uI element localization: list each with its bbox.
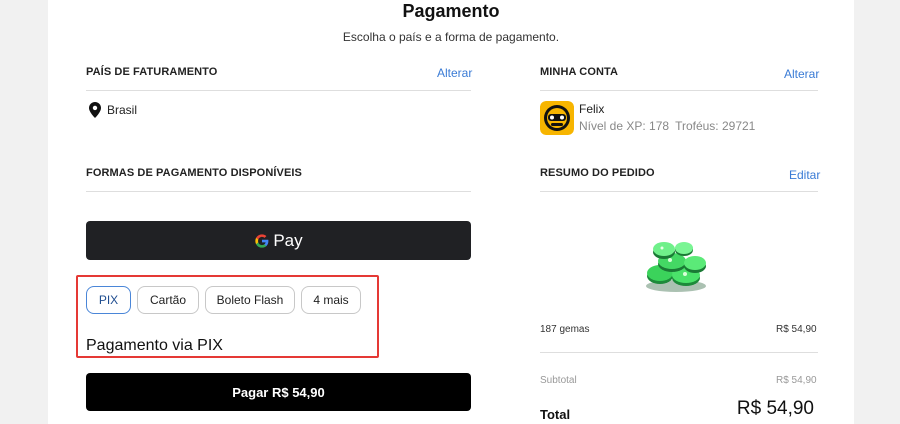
order-edit-link[interactable]: Editar [789,168,820,182]
trophies: Troféus: 29721 [675,119,756,133]
billing-change-link[interactable]: Alterar [437,66,472,80]
account-name: Felix [579,102,605,116]
tab-more[interactable]: 4 mais [301,286,361,314]
divider [86,191,471,192]
google-pay-button[interactable]: Pay [86,221,471,260]
account-change-link[interactable]: Alterar [784,67,819,81]
account-stats: Nível de XP: 178 Troféus: 29721 [579,119,755,133]
order-item-name: 187 gemas [540,324,590,335]
divider [86,90,471,91]
tab-card[interactable]: Cartão [137,286,199,314]
tab-pix[interactable]: PIX [86,286,131,314]
gems-icon [646,242,706,292]
subtotal-label: Subtotal [540,375,577,386]
page-subtitle: Escolha o país e a forma de pagamento. [342,30,560,44]
payment-methods-label: FORMAS DE PAGAMENTO DISPONÍVEIS [86,167,302,179]
checkout-sheet: Pagamento Escolha o país e a forma de pa… [48,0,854,424]
billing-country-value: Brasil [107,103,138,117]
total-value: R$ 54,90 [736,398,814,419]
google-pay-label: Pay [273,230,303,250]
total-label: Total [540,407,571,422]
order-summary-label: RESUMO DO PEDIDO [540,167,655,179]
order-item-price: R$ 54,90 [776,324,817,335]
billing-country-label: PAÍS DE FATURAMENTO [86,66,218,78]
location-pin-icon [89,102,101,118]
my-account-label: MINHA CONTA [540,66,619,78]
pay-button[interactable]: Pagar R$ 54,90 [86,373,471,411]
page-title: Pagamento [402,1,500,21]
divider [540,191,818,192]
divider [540,90,818,91]
google-g-icon [255,233,269,248]
player-avatar [540,101,574,135]
subtotal-value: R$ 54,90 [776,375,817,386]
tab-boleto-flash[interactable]: Boleto Flash [205,286,295,314]
xp-level: Nível de XP: 178 [579,119,670,133]
selected-method-title: Pagamento via PIX [86,337,223,354]
divider [540,352,818,353]
